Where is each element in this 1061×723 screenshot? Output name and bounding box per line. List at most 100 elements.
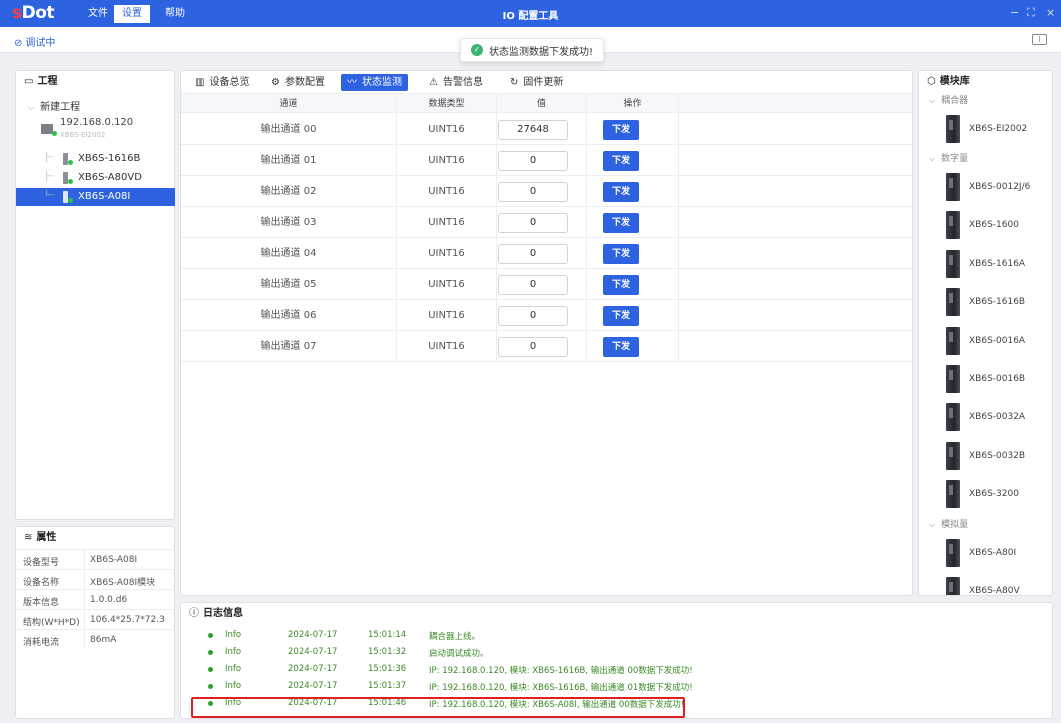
library-module-label: XB6S-EI2002: [969, 124, 1028, 134]
library-category[interactable]: ⌵ 模拟量: [929, 517, 968, 530]
tab-status-monitor[interactable]: 〰状态监测: [341, 74, 408, 91]
library-module-item[interactable]: XB6S-0032A: [919, 399, 1052, 435]
type-cell: UINT16: [397, 269, 497, 300]
tab-device-overview[interactable]: ▥ 设备总览: [189, 74, 255, 91]
tree-module-item[interactable]: ├┈ XB6S-A80VD: [16, 169, 175, 187]
table-row: 输出通道 06 UINT16 0 下发: [181, 300, 912, 331]
property-value: 1.0.0.d6: [90, 595, 128, 605]
property-key: 结构(W*H*D): [23, 618, 80, 628]
debug-eye-icon: ⊘: [14, 38, 23, 49]
log-level-dot: [208, 667, 213, 672]
library-module-label: XB6S-A80I: [969, 547, 1017, 558]
send-button[interactable]: 下发: [603, 275, 639, 295]
send-button[interactable]: 下发: [603, 182, 639, 202]
refresh-icon: ↻: [510, 77, 519, 88]
device-ip[interactable]: 192.168.0.120: [60, 117, 133, 128]
value-input[interactable]: 0: [498, 213, 568, 233]
device-model: XB6S-EI2002: [60, 131, 106, 139]
property-row: 结构(W*H*D) 106.4*25.7*72.3: [16, 609, 175, 629]
module-device-icon: [946, 288, 960, 317]
channel-cell: 输出通道 07: [181, 331, 397, 362]
module-device-icon: [946, 403, 960, 432]
log-level: Info: [225, 630, 242, 640]
library-module-item[interactable]: XB6S-EI2002: [919, 111, 1052, 147]
module-device-icon: [946, 211, 960, 240]
send-button[interactable]: 下发: [603, 151, 639, 171]
tab-alarm-info[interactable]: ⚠ 告警信息: [423, 74, 489, 91]
online-dot: [52, 131, 57, 136]
table-header: 通道 数据类型 值 操作: [181, 93, 912, 114]
value-input[interactable]: 27648: [498, 120, 568, 140]
library-category[interactable]: ⌵ 耦合器: [929, 93, 968, 106]
value-input[interactable]: 0: [498, 337, 568, 357]
log-date: 2024-07-17: [288, 681, 338, 691]
send-button[interactable]: 下发: [603, 337, 639, 357]
send-button[interactable]: 下发: [603, 244, 639, 264]
module-label: XB6S-A08I: [78, 191, 131, 202]
tree-branch-line: └┈: [44, 191, 55, 201]
library-module-item[interactable]: XB6S-1600: [919, 207, 1052, 243]
log-msg: 耦合器上线。: [429, 632, 481, 642]
channel-cell: 输出通道 06: [181, 300, 397, 331]
property-value: 106.4*25.7*72.3: [90, 615, 165, 625]
property-value: 86mA: [90, 635, 117, 645]
library-module-item[interactable]: XB6S-1616A: [919, 246, 1052, 282]
property-key: 消耗电流: [23, 638, 60, 648]
library-category[interactable]: ⌵ 数字量: [929, 151, 968, 164]
title-bar: sDot 文件 设置 帮助 IO 配置工具 − ⛶ ×: [0, 0, 1061, 27]
library-module-item[interactable]: XB6S-1616B: [919, 284, 1052, 320]
library-module-label: XB6S-1600: [969, 220, 1019, 231]
tree-root[interactable]: ⌵ 新建工程: [28, 98, 80, 113]
log-date: 2024-07-17: [288, 647, 338, 657]
table-row: 输出通道 02 UINT16 0 下发: [181, 176, 912, 207]
value-input[interactable]: 0: [498, 182, 568, 202]
pulse-icon: 〰: [347, 77, 357, 88]
minimize-button[interactable]: −: [1010, 6, 1019, 19]
tree-module-item[interactable]: └┈ XB6S-A08I: [16, 188, 175, 206]
channel-cell: 输出通道 00: [181, 114, 397, 145]
library-module-item[interactable]: XB6S-0016B: [919, 361, 1052, 397]
tab-firmware-update[interactable]: ↻ 固件更新: [504, 74, 569, 91]
library-module-item[interactable]: XB6S-0016A: [919, 323, 1052, 359]
properties-panel: ≋ 属性 设备型号 XB6S-A08I 设备名称 XB6S-A08I模块 版本信息 1.0.…: [15, 526, 175, 719]
property-divider: [84, 590, 85, 609]
library-module-label: XB6S-A80V: [969, 586, 1020, 596]
property-row: 消耗电流 86mA: [16, 629, 175, 649]
col-value: 值: [497, 94, 587, 114]
value-input[interactable]: 0: [498, 275, 568, 295]
online-dot: [68, 179, 73, 184]
gear-icon: ⚙: [271, 77, 280, 88]
tree-module-item[interactable]: ├┈ XB6S-1616B: [16, 150, 175, 168]
tab-label: 告警信息: [442, 77, 483, 88]
table-row: 输出通道 01 UINT16 0 下发: [181, 145, 912, 176]
value-input[interactable]: 0: [498, 306, 568, 326]
library-module-item[interactable]: XB6S-A80I: [919, 535, 1052, 571]
property-key: 版本信息: [23, 598, 60, 608]
maximize-button[interactable]: ⛶: [1027, 6, 1035, 20]
value-input[interactable]: 0: [498, 151, 568, 171]
tab-param-config[interactable]: ⚙ 参数配置: [265, 74, 331, 91]
tab-label: 设备总览: [209, 77, 250, 88]
library-module-item[interactable]: XB6S-3200: [919, 476, 1052, 512]
collapse-panel-button[interactable]: ⟩: [1032, 34, 1047, 45]
library-module-item[interactable]: XB6S-0032B: [919, 438, 1052, 474]
table-row: 输出通道 03 UINT16 0 下发: [181, 207, 912, 238]
send-button[interactable]: 下发: [603, 213, 639, 233]
property-value: XB6S-A08I: [90, 555, 138, 565]
log-time: 15:01:32: [368, 647, 407, 657]
library-module-item[interactable]: XB6S-A80V: [919, 573, 1052, 596]
chevron-down-icon: ⌵: [929, 96, 936, 105]
debug-status[interactable]: ⊘ 调试中: [14, 34, 55, 49]
log-time: 15:01:36: [368, 664, 407, 674]
library-module-item[interactable]: XB6S-0012J/6: [919, 169, 1052, 205]
col-channel: 通道: [181, 94, 397, 114]
module-device-icon: [946, 249, 960, 278]
library-module-label: XB6S-0016B: [969, 374, 1026, 384]
send-button[interactable]: 下发: [603, 120, 639, 140]
close-button[interactable]: ×: [1046, 6, 1055, 19]
send-button[interactable]: 下发: [603, 306, 639, 326]
grid-icon: ▥: [195, 77, 205, 88]
library-module-label: XB6S-1616A: [969, 258, 1026, 269]
library-category-label: 耦合器: [941, 96, 969, 106]
value-input[interactable]: 0: [498, 244, 568, 264]
